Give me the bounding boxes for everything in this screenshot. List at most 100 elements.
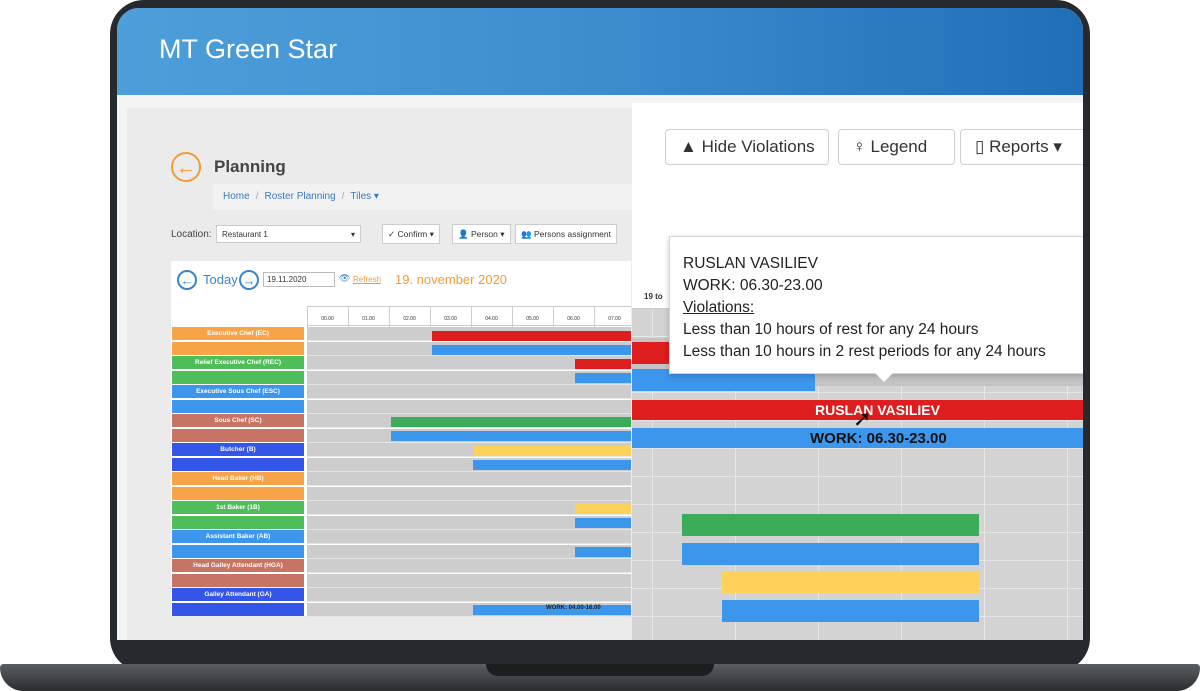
breadcrumb-roster-planning[interactable]: Roster Planning (264, 191, 335, 202)
time-tick-divider (307, 307, 308, 327)
zoomed-bar-blue-middle[interactable] (682, 543, 979, 565)
shift-bar[interactable] (473, 446, 631, 456)
roster-lane[interactable] (307, 530, 631, 544)
role-label: Relief Executive Chef (REC) (172, 356, 304, 369)
reports-dropdown-button[interactable]: ▯ Reports ▾ (960, 129, 1083, 165)
time-tick-divider (389, 307, 390, 327)
shift-bar[interactable] (473, 460, 631, 470)
role-label: 1st Baker (1B) (172, 501, 304, 514)
laptop-notch (486, 664, 714, 676)
roster-lane[interactable] (307, 559, 631, 573)
role-label: Executive Chef (EC) (172, 327, 304, 340)
legend-button[interactable]: ♀ Legend (838, 129, 955, 165)
shift-bar-label: WORK: 04.00-16.00 (546, 605, 601, 611)
role-label: Head Baker (HB) (172, 472, 304, 485)
tooltip-violations-title: Violations: (683, 299, 755, 316)
time-tick-divider (430, 307, 431, 327)
zoomed-bar-blue-bottom[interactable] (722, 600, 979, 622)
shift-bar[interactable] (432, 331, 631, 341)
time-tick-divider (553, 307, 554, 327)
time-tick-divider (348, 307, 349, 327)
breadcrumb-tiles-dropdown[interactable]: Tiles ▾ (350, 191, 379, 202)
shift-bar[interactable] (575, 359, 631, 369)
zoomed-bar-yellow[interactable] (722, 571, 979, 593)
date-navigation: ← Today → 19.11.2020 👁 Refresh 19. novem… (171, 261, 631, 297)
person-dropdown-button[interactable]: 👤 Person ▾ (452, 224, 511, 244)
previous-day-icon[interactable]: ← (177, 270, 197, 290)
role-label-spacer (172, 399, 304, 413)
role-label: Butcher (B) (172, 443, 304, 456)
back-arrow-icon[interactable]: ← (171, 152, 201, 182)
time-tick: 03.00 (444, 316, 457, 322)
role-label-spacer (172, 370, 304, 384)
refresh-link[interactable]: Refresh (353, 275, 381, 284)
role-label-spacer (172, 515, 304, 529)
zoomed-grid-line (632, 392, 1083, 393)
roster-lane[interactable] (307, 588, 631, 602)
role-label: Head Galley Attendant (HGA) (172, 559, 304, 572)
time-tick: 04.00 (485, 316, 498, 322)
zoomed-grid-line (632, 504, 1083, 505)
persons-assignment-button[interactable]: 👥 Persons assignment (515, 224, 617, 244)
roster-lane[interactable] (307, 486, 631, 501)
today-button[interactable]: Today (203, 272, 238, 287)
app-title: MT Green Star (159, 34, 338, 64)
time-tick-divider (594, 307, 595, 327)
time-tick: 01.00 (362, 316, 375, 322)
person-icon: 👤 (458, 229, 471, 239)
shift-bar[interactable] (575, 504, 631, 514)
date-input[interactable]: 19.11.2020 (263, 272, 335, 287)
shift-bar[interactable] (391, 431, 631, 441)
role-label-spacer (172, 428, 304, 442)
shift-bar[interactable] (575, 373, 631, 383)
breadcrumb-home[interactable]: Home (223, 191, 250, 202)
confirm-dropdown-button[interactable]: ✓ Confirm ▾ (382, 224, 440, 244)
next-day-icon[interactable]: → (239, 270, 259, 290)
time-tick: 05.00 (526, 316, 539, 322)
shift-bar[interactable] (575, 518, 631, 528)
roster-lane[interactable] (307, 385, 631, 399)
role-label: Executive Sous Chef (ESC) (172, 385, 304, 398)
roster-rows: Executive Chef (EC) Relief Executive Chef… (171, 327, 631, 617)
shift-bar[interactable] (432, 345, 631, 355)
warning-icon: ▲ (680, 137, 702, 156)
time-tick: 06.00 (567, 316, 580, 322)
current-date-label: 19. november 2020 (395, 272, 508, 287)
role-label-spacer (172, 486, 304, 500)
roster-lane[interactable] (307, 472, 631, 486)
zoomed-grid-line (632, 448, 1083, 449)
roster-lane[interactable] (307, 573, 631, 588)
tooltip-arrow (875, 373, 893, 382)
shift-bar[interactable] (575, 547, 631, 557)
page-title: Planning (214, 157, 286, 176)
role-label: Galley Attendant (GA) (172, 588, 304, 601)
hide-violations-button[interactable]: ▲ Hide Violations (665, 129, 829, 165)
laptop-screen: MT Green Star ← Planning Home / Roster Pla… (117, 8, 1083, 640)
eye-icon: 👁 (339, 273, 351, 283)
time-tick-divider (471, 307, 472, 327)
location-select[interactable]: Restaurant 1 (216, 225, 361, 244)
location-label: Location: (171, 229, 212, 240)
app-header: MT Green Star (117, 8, 1083, 95)
time-tick: 02.00 (403, 316, 416, 322)
time-tick-divider (512, 307, 513, 327)
roster-planner: ← Today → 19.11.2020 👁 Refresh 19. novem… (171, 261, 631, 617)
role-label-spacer (172, 341, 304, 355)
tooltip-violation-2: Less than 10 hours in 2 rest periods for… (683, 343, 1046, 360)
time-tick: 07.00 (608, 316, 621, 322)
tooltip-work: WORK: 06.30-23.00 (683, 277, 823, 294)
time-axis: 00.00 01.00 02.00 03.00 04.00 05.00 06.00 07.00 (307, 306, 631, 327)
tooltip-violation-1: Less than 10 hours of rest for any 24 ho… (683, 321, 979, 338)
role-label-spacer (172, 573, 304, 587)
role-label-spacer (172, 457, 304, 471)
lightbulb-icon: ♀ (853, 137, 871, 156)
breadcrumb: Home / Roster Planning / Tiles ▾ (213, 184, 633, 210)
roster-lane[interactable] (307, 399, 631, 414)
role-label-spacer (172, 602, 304, 616)
zoomed-grid-line (632, 476, 1083, 477)
mouse-cursor-icon: ➚ (853, 406, 872, 431)
role-label-spacer (172, 544, 304, 558)
shift-bar[interactable] (391, 417, 631, 427)
role-label: Sous Chef (SC) (172, 414, 304, 427)
zoomed-bar-green[interactable] (682, 514, 979, 536)
